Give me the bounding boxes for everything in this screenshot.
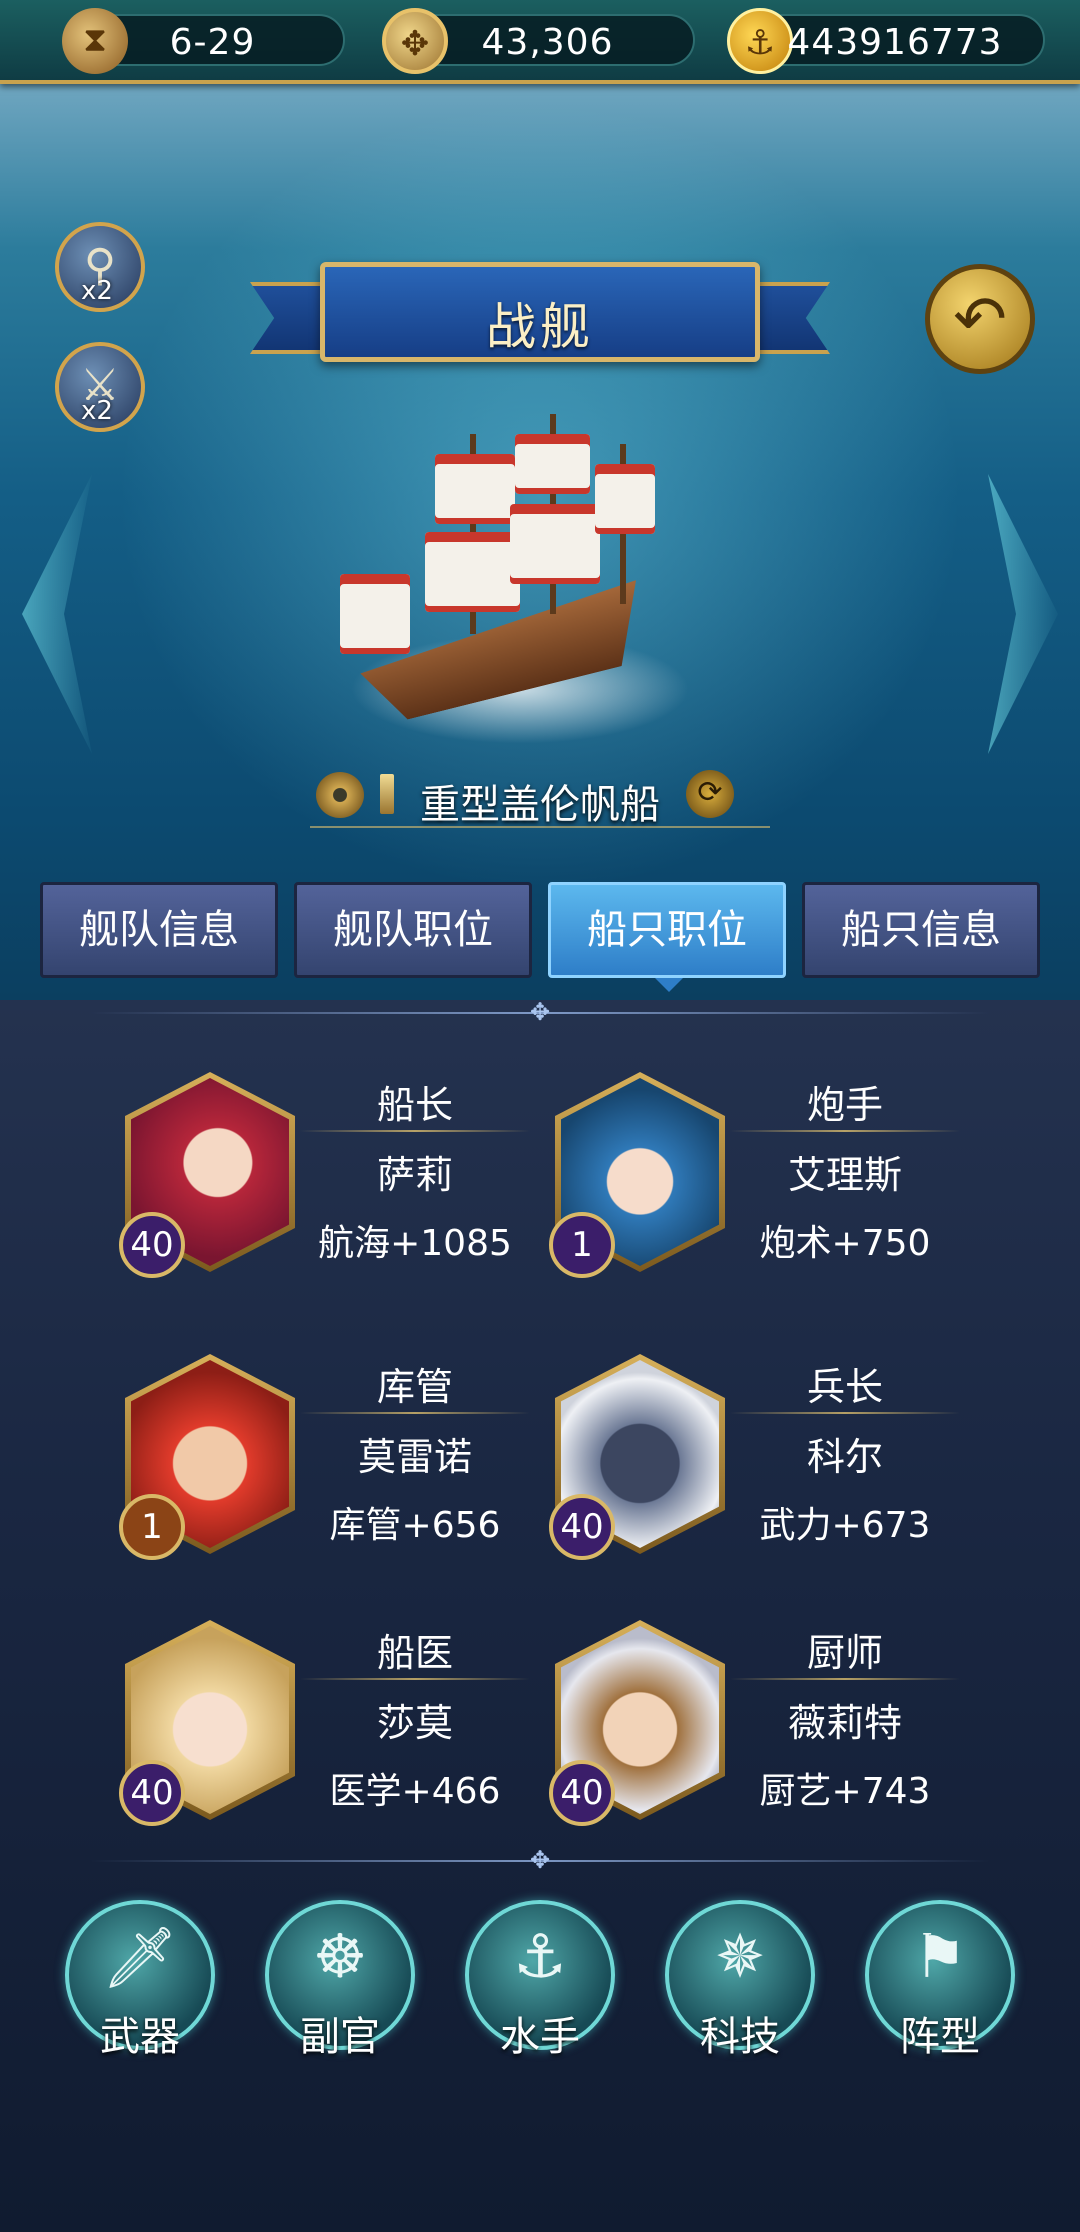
battle-multiplier: x2 xyxy=(81,396,113,426)
crew-role: 兵长 xyxy=(806,1365,883,1409)
tab-bar: 舰队信息 舰队职位 船只职位 船只信息 xyxy=(40,882,1040,978)
crew-name: 莎莫 xyxy=(376,1701,453,1745)
crew-slot-captain[interactable]: 40 船长 萨莉 航海+1085 xyxy=(119,1072,545,1312)
previous-ship-arrow[interactable] xyxy=(22,474,92,754)
crew-role: 库管 xyxy=(376,1365,453,1409)
active-tab-pointer xyxy=(655,978,683,992)
crew-stat: 医学+466 xyxy=(329,1771,501,1812)
search-multiplier: x2 xyxy=(81,276,113,306)
battle-boost-button[interactable]: ⚔ x2 xyxy=(55,342,145,432)
officers-button[interactable]: ☸ 副官 xyxy=(265,1900,415,2060)
search-boost-button[interactable]: ⚲ x2 xyxy=(55,222,145,312)
level-badge: 40 xyxy=(549,1494,615,1560)
bottom-divider: ✥ xyxy=(90,1846,990,1874)
flag-icon: ⚑ xyxy=(913,1922,967,1992)
crew-role: 船医 xyxy=(376,1631,453,1675)
ornament-icon: ✥ xyxy=(529,998,551,1026)
compass-resource: ✥ 43,306 xyxy=(382,8,695,74)
weapons-button[interactable]: 🗡 武器 xyxy=(65,1900,215,2060)
level-badge: 40 xyxy=(549,1760,615,1826)
gold-resource[interactable]: ⚓ 443916773 xyxy=(727,8,1045,74)
time-value: 6-29 xyxy=(169,22,256,63)
tab-fleet-info[interactable]: 舰队信息 xyxy=(40,882,278,978)
hook-icon: ⚓ xyxy=(513,1922,567,1992)
sword-icon: 🗡 xyxy=(101,1923,179,1993)
crew-name: 萨莉 xyxy=(376,1153,453,1197)
crew-role: 厨师 xyxy=(806,1631,883,1675)
crew-slot-gunner[interactable]: 1 炮手 艾理斯 炮术+750 xyxy=(549,1072,975,1312)
top-divider: ✥ xyxy=(90,998,990,1026)
crew-slot-cook[interactable]: 40 厨师 薇莉特 厨艺+743 xyxy=(549,1620,975,1860)
ship-scene: ⚲ x2 ⚔ x2 战舰 ↶ 重型盖伦帆船 ⟳ 舰队信息 舰队职位 船只职位 船… xyxy=(0,84,1080,1000)
title-banner: 战舰 xyxy=(250,262,830,372)
crew-name: 薇莉特 xyxy=(787,1701,902,1745)
tab-ship-info[interactable]: 船只信息 xyxy=(802,882,1040,978)
crew-name: 艾理斯 xyxy=(787,1153,902,1197)
crew-slot-storekeeper[interactable]: 1 库管 莫雷诺 库管+656 xyxy=(119,1354,545,1594)
crew-slot-sergeant[interactable]: 40 兵长 科尔 武力+673 xyxy=(549,1354,975,1594)
resource-bar: ⧗ 6-29 ✥ 43,306 ⚓ 443916773 xyxy=(0,0,1080,84)
technology-button[interactable]: ✵ 科技 xyxy=(665,1900,815,2060)
ship-tier-icon xyxy=(380,774,394,814)
crew-name: 科尔 xyxy=(806,1435,883,1479)
tab-fleet-positions[interactable]: 舰队职位 xyxy=(294,882,532,978)
eye-icon[interactable] xyxy=(316,772,364,818)
action-bar: 🗡 武器 ☸ 副官 ⚓ 水手 ✵ 科技 ⚑ 阵型 xyxy=(0,1900,1080,2060)
page-title: 战舰 xyxy=(486,298,594,356)
crew-stat: 航海+1085 xyxy=(318,1223,512,1264)
crew-stat: 炮术+750 xyxy=(759,1223,931,1264)
compass-value: 43,306 xyxy=(481,22,614,63)
gold-value: 443916773 xyxy=(787,22,1003,63)
crew-name: 莫雷诺 xyxy=(357,1435,472,1479)
level-badge: 1 xyxy=(119,1494,185,1560)
swap-ship-icon[interactable]: ⟳ xyxy=(686,770,734,818)
crew-stat: 厨艺+743 xyxy=(759,1771,931,1812)
crew-slot-doctor[interactable]: 40 船医 莎莫 医学+466 xyxy=(119,1620,545,1860)
ornament-icon: ✥ xyxy=(529,1846,551,1874)
ship-name-row: 重型盖伦帆船 ⟳ xyxy=(310,764,770,828)
compass-icon: ✵ xyxy=(714,1922,766,1992)
ship-name: 重型盖伦帆船 xyxy=(420,782,660,828)
next-ship-arrow[interactable] xyxy=(988,474,1058,754)
back-arrow-icon: ↶ xyxy=(953,283,1007,357)
back-button[interactable]: ↶ xyxy=(925,264,1035,374)
level-badge: 40 xyxy=(119,1212,185,1278)
formation-button[interactable]: ⚑ 阵型 xyxy=(865,1900,1015,2060)
level-badge: 40 xyxy=(119,1760,185,1826)
tab-ship-positions[interactable]: 船只职位 xyxy=(548,882,786,978)
crew-stat: 库管+656 xyxy=(329,1505,501,1546)
crew-stat: 武力+673 xyxy=(759,1505,931,1546)
time-resource: ⧗ 6-29 xyxy=(62,8,345,74)
ship-image xyxy=(320,404,700,764)
crew-role: 船长 xyxy=(376,1083,453,1127)
crew-role: 炮手 xyxy=(806,1083,883,1127)
sailors-button[interactable]: ⚓ 水手 xyxy=(465,1900,615,2060)
level-badge: 1 xyxy=(549,1212,615,1278)
helm-wheel-icon: ☸ xyxy=(313,1922,367,1992)
